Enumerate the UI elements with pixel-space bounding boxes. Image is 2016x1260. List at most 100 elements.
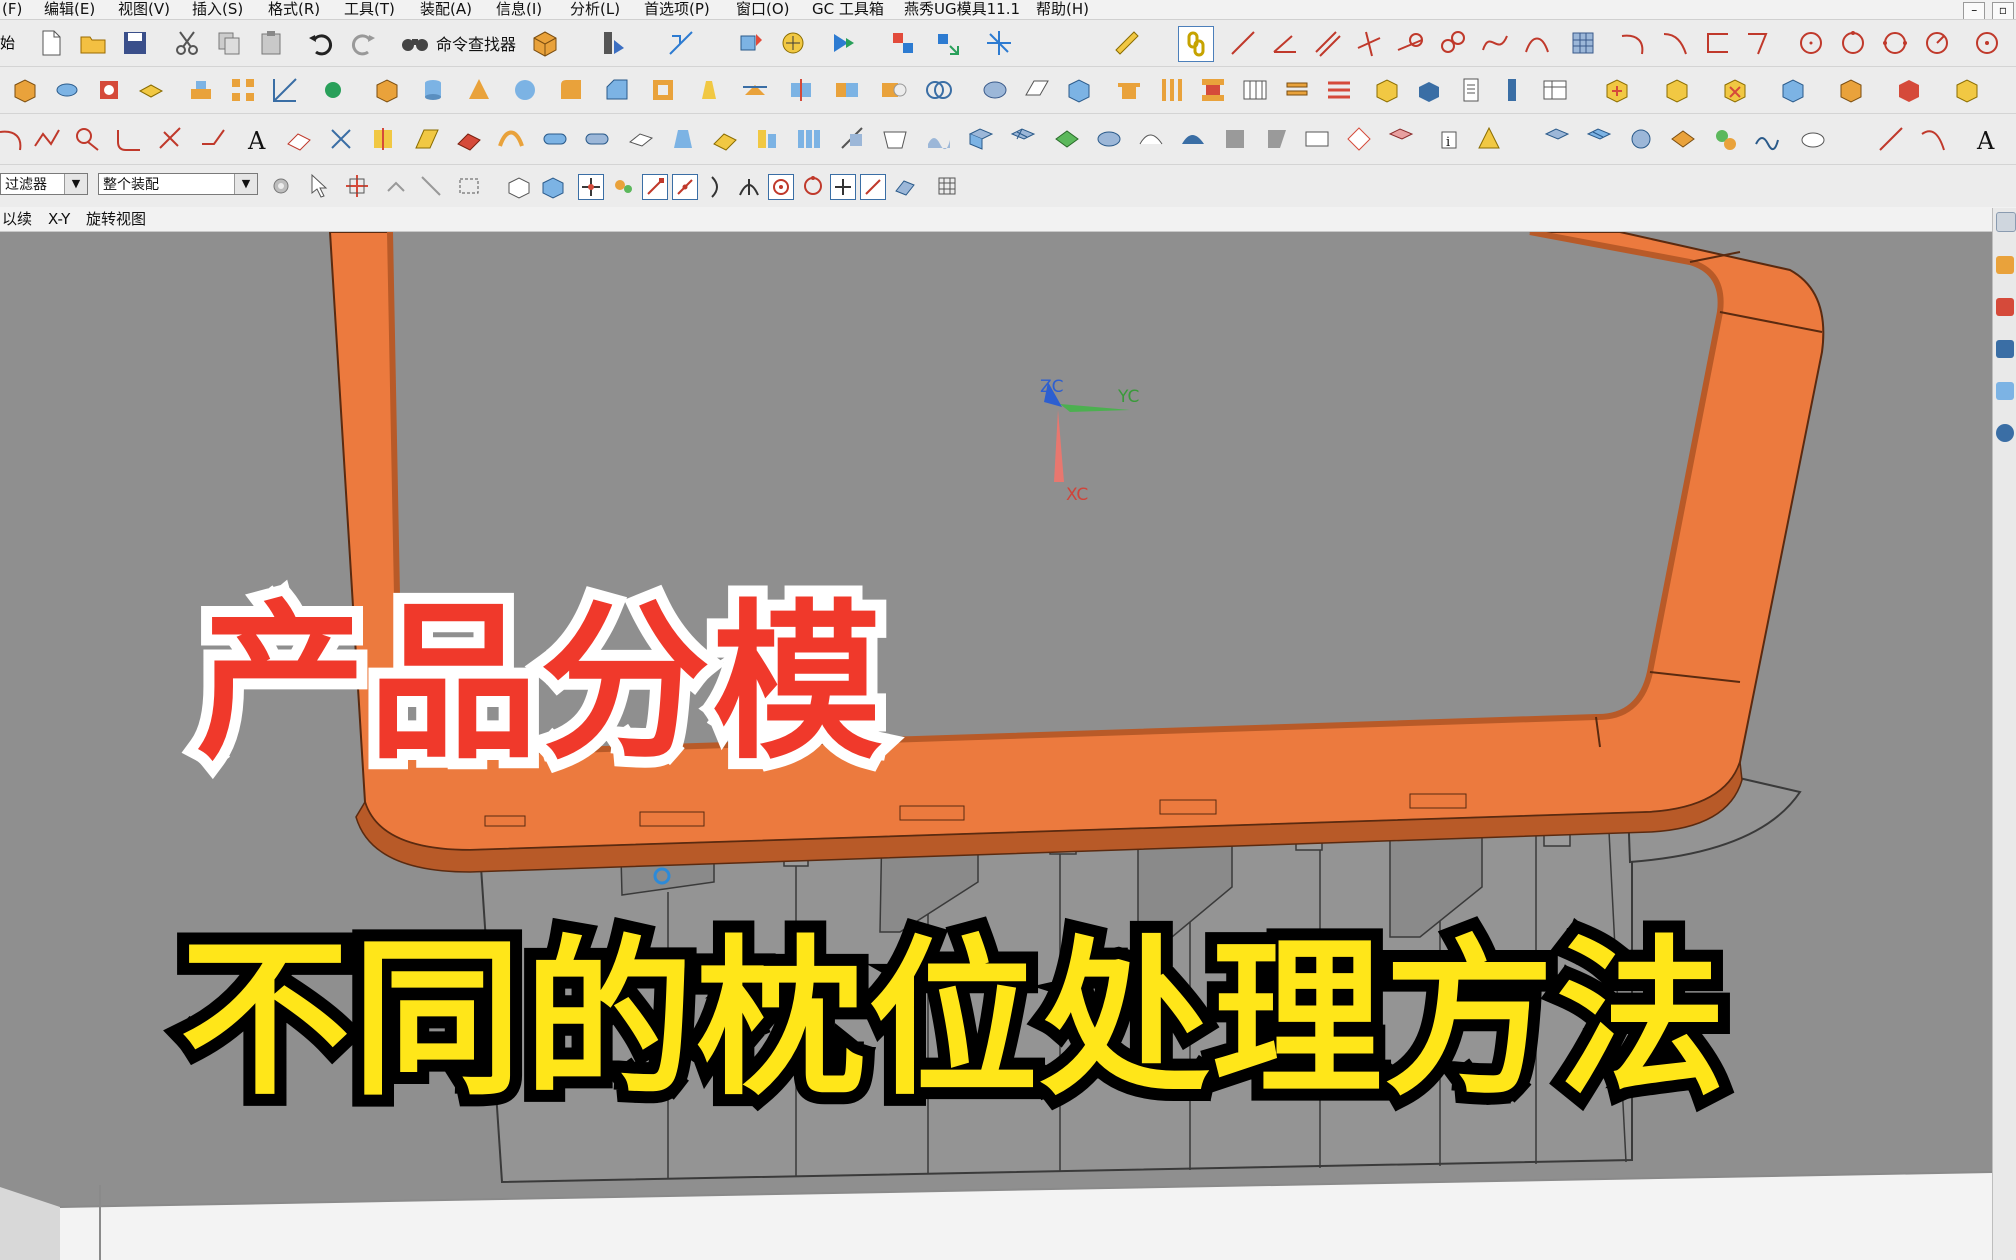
- table-icon[interactable]: [1538, 73, 1572, 107]
- green-surface-icon[interactable]: [1050, 122, 1084, 156]
- transform-icon[interactable]: [734, 26, 768, 60]
- rectangle-icon[interactable]: [1300, 122, 1334, 156]
- face-green-icon[interactable]: [1708, 122, 1742, 156]
- save-icon[interactable]: [118, 26, 152, 60]
- reuse-library-icon[interactable]: [1996, 340, 2014, 358]
- n-sided-icon[interactable]: [580, 122, 614, 156]
- analysis-cone-icon[interactable]: [1472, 122, 1506, 156]
- info-icon[interactable]: i: [1432, 122, 1466, 156]
- wave-surface-icon[interactable]: [922, 122, 956, 156]
- face-sphere-icon[interactable]: [1624, 122, 1658, 156]
- surface-gray-icon[interactable]: [1218, 122, 1252, 156]
- replace-face-icon[interactable]: [1062, 73, 1096, 107]
- snap-existing-point-icon[interactable]: [830, 174, 856, 200]
- mold-base-icon[interactable]: [1196, 73, 1230, 107]
- view-orient-icon[interactable]: [776, 26, 810, 60]
- menu-insert[interactable]: 插入(S): [192, 1, 243, 18]
- menu-gc-toolbox[interactable]: GC 工具箱: [812, 1, 884, 18]
- rectangle-open-icon[interactable]: [1700, 26, 1734, 60]
- menu-info[interactable]: 信息(I): [496, 1, 542, 18]
- cut-icon[interactable]: [170, 26, 204, 60]
- history-icon[interactable]: [1996, 424, 2014, 442]
- show-hide-icon[interactable]: [596, 26, 630, 60]
- block-icon[interactable]: [370, 73, 404, 107]
- menu-view[interactable]: 视图(V): [118, 1, 170, 18]
- slider-icon[interactable]: [1238, 73, 1272, 107]
- paste-icon[interactable]: [254, 26, 288, 60]
- select-chain-icon[interactable]: [380, 169, 414, 203]
- solid-body-icon[interactable]: [502, 169, 536, 203]
- menu-edit[interactable]: 编辑(E): [44, 1, 95, 18]
- angle-line-icon[interactable]: [1268, 26, 1302, 60]
- shrink-icon[interactable]: [1342, 122, 1376, 156]
- undo-icon[interactable]: [304, 26, 338, 60]
- redo-icon[interactable]: [346, 26, 380, 60]
- trim-curve-icon[interactable]: [154, 122, 188, 156]
- mold-ejector-icon[interactable]: [1154, 73, 1188, 107]
- circle-line-icon[interactable]: [70, 122, 104, 156]
- menu-format[interactable]: 格式(R): [268, 1, 320, 18]
- sphere-icon[interactable]: [508, 73, 542, 107]
- assembly-navigator-icon[interactable]: [1996, 256, 2014, 274]
- revolve-icon[interactable]: [50, 73, 84, 107]
- assembly-scope-select[interactable]: 整个装配 ▼: [98, 173, 258, 195]
- insert-icon[interactable]: [1280, 73, 1314, 107]
- web-browser-icon[interactable]: [1996, 382, 2014, 400]
- face-blue-icon[interactable]: [1540, 122, 1574, 156]
- section-curve-icon[interactable]: [366, 122, 400, 156]
- menu-analysis[interactable]: 分析(L): [570, 1, 620, 18]
- cube-x-icon[interactable]: [1718, 73, 1752, 107]
- bounded-plane-icon[interactable]: [666, 122, 700, 156]
- circle-radius-icon[interactable]: [1920, 26, 1954, 60]
- sew-icon[interactable]: [978, 73, 1012, 107]
- menu-file[interactable]: (F): [2, 1, 22, 18]
- chain-link-icon[interactable]: [1178, 26, 1214, 62]
- cube-orange-icon[interactable]: [1834, 73, 1868, 107]
- menu-assembly[interactable]: 装配(A): [420, 1, 472, 18]
- component-move-icon[interactable]: [930, 26, 964, 60]
- through-curves-icon[interactable]: [452, 122, 486, 156]
- swept-icon[interactable]: [494, 122, 528, 156]
- extend-curve-icon[interactable]: [196, 122, 230, 156]
- circle-center-icon[interactable]: [1970, 26, 2004, 60]
- panel-icon[interactable]: [1496, 73, 1530, 107]
- datum-icon[interactable]: [268, 73, 302, 107]
- pattern-icon[interactable]: [226, 73, 260, 107]
- snap-endpoint-icon[interactable]: [642, 174, 668, 200]
- select-cursor-icon[interactable]: [304, 169, 338, 203]
- grid-icon[interactable]: [1566, 26, 1600, 60]
- circle-point-icon[interactable]: [1836, 26, 1870, 60]
- surface-blue-icon[interactable]: [1176, 122, 1210, 156]
- offset-curve-icon[interactable]: [1742, 26, 1776, 60]
- mesh-surface-icon[interactable]: [964, 122, 998, 156]
- part-navigator-icon[interactable]: [1996, 298, 2014, 316]
- cube-view-icon[interactable]: [1370, 73, 1404, 107]
- resource-tab-icon[interactable]: [1996, 212, 2016, 232]
- minimize-button[interactable]: –: [1963, 2, 1986, 19]
- hole-icon[interactable]: [92, 73, 126, 107]
- cooling-icon[interactable]: [1322, 73, 1356, 107]
- face-grid-icon[interactable]: [1582, 122, 1616, 156]
- copy-icon[interactable]: [212, 26, 246, 60]
- text-icon[interactable]: A: [240, 122, 274, 156]
- knit-icon[interactable]: [836, 122, 870, 156]
- split-body-icon[interactable]: [784, 73, 818, 107]
- chamfer-icon[interactable]: [600, 73, 634, 107]
- cube-box-icon[interactable]: [1950, 73, 1984, 107]
- csys-icon[interactable]: [982, 26, 1016, 60]
- shell-icon[interactable]: [646, 73, 680, 107]
- restore-button[interactable]: ▫: [1992, 2, 2014, 19]
- move-handle-icon[interactable]: [664, 26, 698, 60]
- ruled-surface-icon[interactable]: [410, 122, 444, 156]
- cone-icon[interactable]: [462, 73, 496, 107]
- unite-icon[interactable]: [830, 73, 864, 107]
- fillet-curve-icon[interactable]: [112, 122, 146, 156]
- curve-edit-icon[interactable]: [1520, 26, 1554, 60]
- arc-icon[interactable]: [1616, 26, 1650, 60]
- filter-select[interactable]: 过滤器 ▼: [0, 173, 88, 195]
- select-ghost-icon[interactable]: [414, 169, 448, 203]
- global-shape-icon[interactable]: [1134, 122, 1168, 156]
- trim-sheet-icon[interactable]: [708, 122, 742, 156]
- cylinder-icon[interactable]: [416, 73, 450, 107]
- snap-gears-icon[interactable]: [606, 169, 640, 203]
